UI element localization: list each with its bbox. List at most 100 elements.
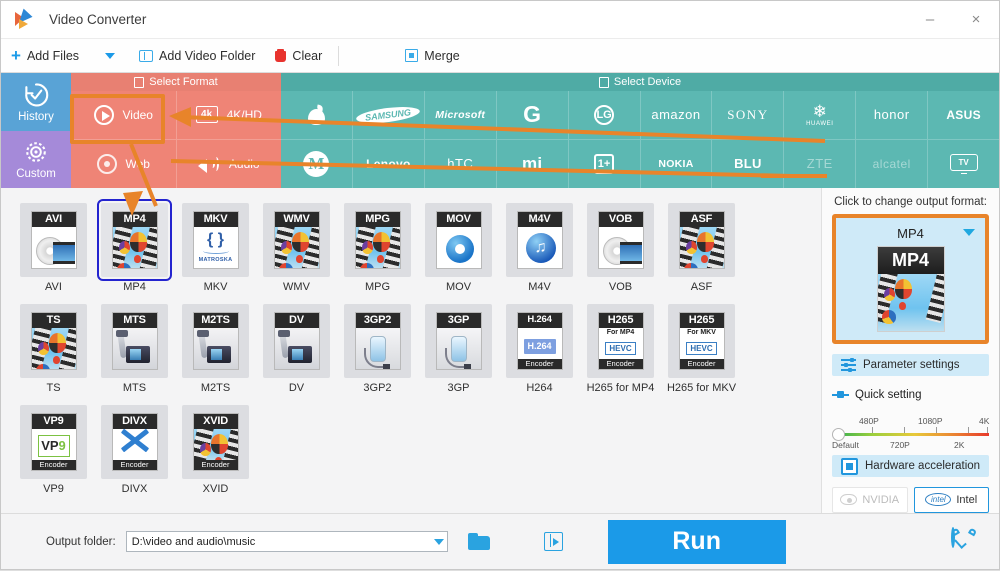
device-lenovo[interactable]: Lenovo bbox=[353, 139, 425, 188]
device-tv[interactable]: TV bbox=[928, 140, 999, 189]
minimize-button[interactable]: – bbox=[907, 1, 953, 39]
format-tile-thumb: TS bbox=[20, 304, 87, 379]
sidebar-item-history[interactable]: History bbox=[1, 73, 71, 131]
gear-icon bbox=[26, 142, 46, 163]
quality-slider[interactable]: 480P 1080P 4K Default 720P 2K bbox=[832, 413, 989, 451]
format-tile-mpg[interactable]: MPG MPG bbox=[337, 198, 418, 293]
run-button[interactable]: Run bbox=[607, 519, 786, 564]
format-tile-thumb: AVI bbox=[20, 203, 87, 277]
format-tile-cap: 3GP bbox=[436, 313, 481, 329]
format-tile-m4v[interactable]: M4V M4V bbox=[499, 198, 580, 293]
accel-intel-label: Intel bbox=[956, 493, 978, 506]
output-format-box[interactable]: MP4 MP4 bbox=[832, 214, 989, 344]
merge-button[interactable]: Merge bbox=[395, 39, 469, 72]
format-tile-cap: 3GP2 bbox=[355, 313, 400, 329]
device-apple[interactable] bbox=[281, 91, 353, 140]
device-amazon[interactable]: amazon bbox=[640, 91, 713, 140]
chevron-down-icon[interactable] bbox=[963, 229, 975, 236]
device-lg[interactable]: LG bbox=[568, 91, 641, 140]
format-tile-wmv[interactable]: WMV WMV bbox=[256, 198, 337, 293]
clear-label: Clear bbox=[292, 48, 323, 63]
device-htc[interactable]: hTC bbox=[425, 139, 497, 188]
sidebar-item-custom[interactable]: Custom bbox=[1, 130, 71, 188]
format-tile-mov[interactable]: MOV MOV bbox=[418, 198, 499, 293]
add-video-folder-button[interactable]: Add Video Folder bbox=[129, 39, 265, 72]
format-tile-label: MPG bbox=[364, 281, 391, 293]
format-tile-mkv[interactable]: MKV{ } MATROSKA MKV bbox=[175, 198, 256, 293]
add-files-button[interactable]: + Add Files bbox=[1, 39, 89, 72]
output-preview-icon[interactable] bbox=[543, 532, 563, 551]
device-nokia[interactable]: NOKIA bbox=[641, 139, 713, 188]
format-tile-label: MKV bbox=[203, 281, 228, 293]
format-tile-3gp[interactable]: 3GP 3GP bbox=[418, 299, 499, 394]
format-tile-xvid[interactable]: XVID Encoder XVID bbox=[175, 400, 256, 495]
quick-setting-header: Quick setting bbox=[832, 389, 989, 401]
format-tile-asf[interactable]: ASF ASF bbox=[661, 198, 742, 293]
format-tile-h264[interactable]: H.264 H.264 Encoder H264 bbox=[499, 299, 580, 394]
format-tile-h265-for-mkv[interactable]: H265 For MKV HEVC Encoder H265 for MKV bbox=[661, 299, 742, 394]
hardware-acceleration-button[interactable]: Hardware acceleration bbox=[832, 455, 989, 477]
oneplus-icon: 1+ bbox=[594, 153, 615, 174]
format-tile-3gp2[interactable]: 3GP2 3GP2 bbox=[337, 299, 418, 394]
output-format-name: MP4 bbox=[897, 225, 924, 241]
format-tile-vob[interactable]: VOB VOB bbox=[580, 198, 661, 293]
format-tile-art: DIVX Encoder bbox=[111, 413, 158, 472]
device-huawei[interactable]: ❄ HUAWEI bbox=[784, 91, 857, 140]
format-tile-m2ts[interactable]: M2TS M2TS bbox=[175, 299, 256, 394]
format-tile-label: TS bbox=[46, 382, 61, 395]
device-xiaomi[interactable]: mi bbox=[497, 139, 569, 188]
format-tile-ts[interactable]: TS TS bbox=[13, 299, 94, 394]
format-tile-label: M4V bbox=[528, 281, 551, 293]
format-tile-avi[interactable]: AVI AVI bbox=[13, 198, 94, 293]
alarm-clock-icon[interactable] bbox=[950, 526, 978, 555]
format-category-4khd[interactable]: 4k 4K/HD bbox=[176, 91, 281, 140]
output-folder-dropdown-icon[interactable] bbox=[433, 538, 444, 545]
lg-icon: LG bbox=[594, 104, 615, 125]
format-tile-label: 3GP2 bbox=[363, 382, 392, 395]
format-tile-cap: DV bbox=[274, 313, 319, 329]
device-blu[interactable]: BLU bbox=[712, 139, 785, 188]
slider-label-2k: 2K bbox=[954, 439, 965, 450]
format-tile-mts[interactable]: MTS MTS bbox=[94, 299, 175, 394]
device-honor[interactable]: honor bbox=[856, 91, 929, 140]
nvidia-eye-icon bbox=[840, 494, 858, 506]
format-category-audio[interactable]: Audio bbox=[177, 140, 282, 189]
clear-button[interactable]: Clear bbox=[265, 39, 332, 72]
format-tile-dv[interactable]: DV DV bbox=[256, 299, 337, 394]
device-google[interactable]: G bbox=[496, 91, 569, 140]
format-tile-picture bbox=[274, 227, 319, 268]
device-asus[interactable]: ASUS bbox=[928, 91, 1000, 140]
speaker-icon bbox=[197, 156, 220, 173]
accel-nvidia-button[interactable]: NVIDIA bbox=[832, 486, 908, 513]
format-tile-thumb: MKV{ } MATROSKA bbox=[182, 203, 249, 277]
device-motorola[interactable] bbox=[281, 139, 353, 188]
add-files-dropdown-caret-icon[interactable] bbox=[105, 52, 116, 59]
accel-intel-button[interactable]: intel Intel bbox=[913, 486, 989, 513]
device-zte[interactable]: ZTE bbox=[784, 139, 857, 188]
device-google-label: G bbox=[523, 101, 542, 128]
format-tile-vp9[interactable]: VP9 VP9 Encoder VP9 bbox=[13, 400, 94, 495]
open-folder-icon[interactable] bbox=[467, 533, 490, 550]
device-microsoft[interactable]: Microsoft bbox=[424, 91, 497, 140]
device-alcatel[interactable]: alcatel bbox=[856, 139, 929, 188]
format-tile-picture bbox=[436, 328, 481, 370]
format-tile-h265-for-mp4[interactable]: H265 For MP4 HEVC Encoder H265 for MP4 bbox=[580, 299, 661, 394]
device-oneplus[interactable]: 1+ bbox=[569, 139, 641, 188]
output-settings-panel: Click to change output format: MP4 MP4 P… bbox=[821, 188, 999, 513]
format-tile-thumb: H265 For MKV HEVC Encoder bbox=[668, 304, 735, 379]
format-tile-art: H.264 H.264 Encoder bbox=[516, 312, 563, 371]
format-tile-art: MOV bbox=[435, 211, 482, 269]
close-button[interactable]: × bbox=[953, 1, 999, 39]
format-tile-label: 3GP bbox=[447, 382, 470, 395]
device-samsung[interactable]: SAMSUNG bbox=[352, 91, 425, 140]
output-folder-input[interactable]: D:\video and audio\music bbox=[125, 531, 448, 552]
format-category-web[interactable]: Web bbox=[71, 139, 177, 188]
format-tile-mp4[interactable]: MP4 MP4 bbox=[94, 198, 175, 293]
format-tile-thumb: M4V bbox=[506, 203, 573, 277]
format-tile-divx[interactable]: DIVX Encoder DIVX bbox=[94, 400, 175, 495]
format-tile-picture bbox=[355, 227, 400, 268]
motorola-icon bbox=[303, 150, 330, 177]
parameter-settings-button[interactable]: Parameter settings bbox=[832, 354, 989, 376]
format-category-video[interactable]: Video bbox=[71, 91, 177, 140]
device-sony[interactable]: SONY bbox=[712, 91, 785, 140]
